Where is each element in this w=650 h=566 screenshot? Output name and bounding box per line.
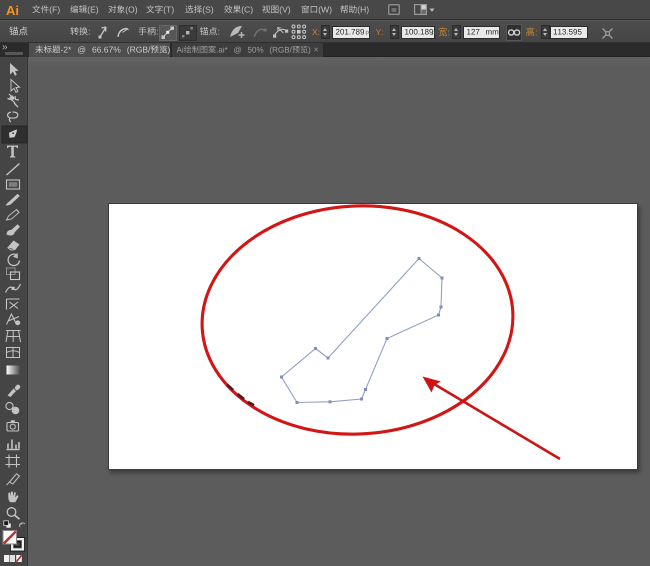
svg-text:Ai: Ai bbox=[6, 3, 19, 18]
